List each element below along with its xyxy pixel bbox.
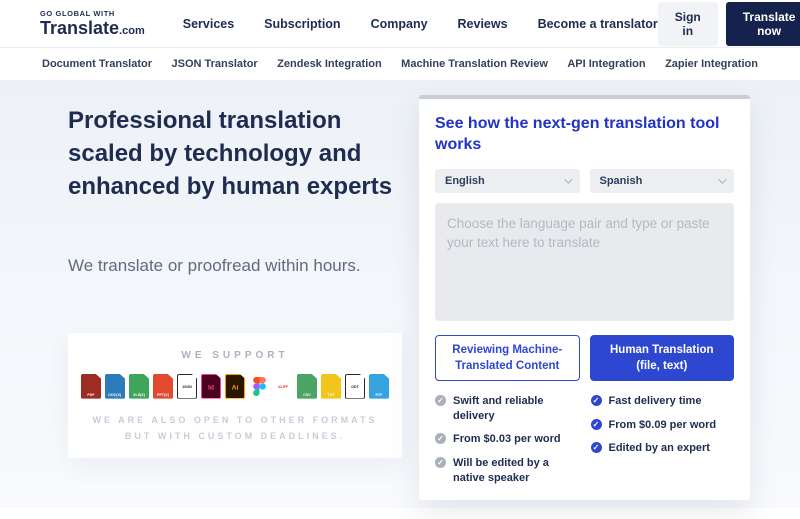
nav-item-company[interactable]: Company <box>371 17 428 31</box>
format-icon-pdf: PDF <box>81 374 101 399</box>
format-icon-illustrator: Ai <box>225 374 245 399</box>
format-label: PPT(X) <box>157 393 169 397</box>
machine-review-button[interactable]: Reviewing Machine-Translated Content <box>435 335 580 381</box>
format-label: XLIFF <box>277 386 289 390</box>
format-icon-xliff: XLIFF <box>273 374 293 399</box>
target-language-select[interactable]: Spanish <box>590 169 735 193</box>
feature-text: Will be edited by a native speaker <box>453 456 579 486</box>
format-icon-figma <box>249 374 269 399</box>
subnav-item-zendesk-integration[interactable]: Zendesk Integration <box>277 58 382 70</box>
format-icon-indesign: Id <box>201 374 221 399</box>
sign-in-button[interactable]: Sign in <box>658 2 718 46</box>
format-label: RTF <box>373 393 385 397</box>
main-nav: Services Subscription Company Reviews Be… <box>183 17 658 31</box>
feature-text: From $0.03 per word <box>453 432 561 447</box>
source-text-input[interactable] <box>435 203 734 321</box>
nav-item-services[interactable]: Services <box>183 17 234 31</box>
feature-item: ✓ From $0.09 per word <box>591 418 735 433</box>
feature-item: ✓ Fast delivery time <box>591 394 735 409</box>
format-icon-odt: ODT <box>345 374 365 399</box>
supported-formats-note: WE ARE ALSO OPEN TO OTHER FORMATS BUT WI… <box>80 412 390 444</box>
format-label: DOC(X) <box>109 393 122 397</box>
nav-item-reviews[interactable]: Reviews <box>458 17 508 31</box>
feature-text: Edited by an expert <box>609 441 710 456</box>
secondary-nav: Document Translator JSON Translator Zend… <box>0 47 800 80</box>
feature-text: Swift and reliable delivery <box>453 394 579 424</box>
header-actions: Sign in Translate now <box>658 2 800 46</box>
target-language-value: Spanish <box>600 175 643 187</box>
translate-now-button[interactable]: Translate now <box>726 2 800 46</box>
human-feature-list: ✓ Fast delivery time ✓ From $0.09 per word… <box>591 394 735 486</box>
hero-left-column: Professional translation scaled by techn… <box>68 95 404 500</box>
feature-item: ✓ Edited by an expert <box>591 441 735 456</box>
format-icon-pptx: PPT(X) <box>153 374 173 399</box>
check-icon: ✓ <box>435 395 446 406</box>
page-title: Professional translation scaled by techn… <box>68 105 404 204</box>
hero-subheading: We translate or proofread within hours. <box>68 256 404 276</box>
supported-formats-title: WE SUPPORT <box>80 350 390 361</box>
logo-name: Translate.com <box>40 19 145 37</box>
feature-lists: ✓ Swift and reliable delivery ✓ From $0.03… <box>435 394 734 486</box>
chevron-down-icon <box>564 175 572 183</box>
format-label: XLS(X) <box>133 393 145 397</box>
format-icon-json: JSON <box>177 374 197 399</box>
language-selector-row: English Spanish <box>435 169 734 193</box>
header: GO GLOBAL WITH Translate.com Services Su… <box>0 0 800 47</box>
hero-section: Professional translation scaled by techn… <box>0 80 800 508</box>
logo[interactable]: GO GLOBAL WITH Translate.com <box>40 10 145 38</box>
subnav-item-machine-translation-review[interactable]: Machine Translation Review <box>401 58 548 70</box>
format-label: Ai <box>227 383 242 391</box>
check-icon: ✓ <box>435 433 446 444</box>
subnav-item-zapier-integration[interactable]: Zapier Integration <box>665 58 758 70</box>
supported-formats-panel: WE SUPPORT PDF DOC(X) XLS(X) PPT(X) JSON… <box>68 333 402 458</box>
feature-item: ✓ From $0.03 per word <box>435 432 579 447</box>
format-label: CSV <box>301 393 313 397</box>
format-label: Id <box>203 383 218 391</box>
check-icon: ✓ <box>591 442 602 453</box>
chevron-down-icon <box>718 175 726 183</box>
feature-text: From $0.09 per word <box>609 418 717 433</box>
subnav-item-document-translator[interactable]: Document Translator <box>42 58 152 70</box>
format-label: ODT <box>350 386 361 390</box>
figma-logo <box>253 377 266 396</box>
machine-feature-list: ✓ Swift and reliable delivery ✓ From $0.03… <box>435 394 579 486</box>
format-icon-docx: DOC(X) <box>105 374 125 399</box>
feature-item: ✓ Will be edited by a native speaker <box>435 456 579 486</box>
format-icon-csv: CSV <box>297 374 317 399</box>
source-language-select[interactable]: English <box>435 169 580 193</box>
format-label: TXT <box>325 393 337 397</box>
format-label: JSON <box>182 386 193 390</box>
human-translation-button[interactable]: Human Translation (file, text) <box>590 335 735 381</box>
check-icon: ✓ <box>591 419 602 430</box>
feature-item: ✓ Swift and reliable delivery <box>435 394 579 424</box>
format-label: PDF <box>85 393 97 397</box>
subnav-item-api-integration[interactable]: API Integration <box>567 58 645 70</box>
translation-tool-card: See how the next-gen translation tool wo… <box>419 95 750 500</box>
format-icon-xlsx: XLS(X) <box>129 374 149 399</box>
format-icon-rtf: RTF <box>369 374 389 399</box>
format-icons-row: PDF DOC(X) XLS(X) PPT(X) JSON Id Ai <box>80 374 390 399</box>
check-icon: ✓ <box>435 457 446 468</box>
logo-tagline: GO GLOBAL WITH <box>40 10 145 18</box>
logo-brand-text: Translate <box>40 18 119 38</box>
format-icon-txt: TXT <box>321 374 341 399</box>
feature-text: Fast delivery time <box>609 394 702 409</box>
source-language-value: English <box>445 175 485 187</box>
cta-row: Reviewing Machine-Translated Content Hum… <box>435 335 734 381</box>
tool-title: See how the next-gen translation tool wo… <box>435 114 734 156</box>
check-icon: ✓ <box>591 395 602 406</box>
logo-tld-text: .com <box>119 25 145 37</box>
nav-item-subscription[interactable]: Subscription <box>264 17 340 31</box>
subnav-item-json-translator[interactable]: JSON Translator <box>172 58 258 70</box>
nav-item-become-a-translator[interactable]: Become a translator <box>538 17 658 31</box>
